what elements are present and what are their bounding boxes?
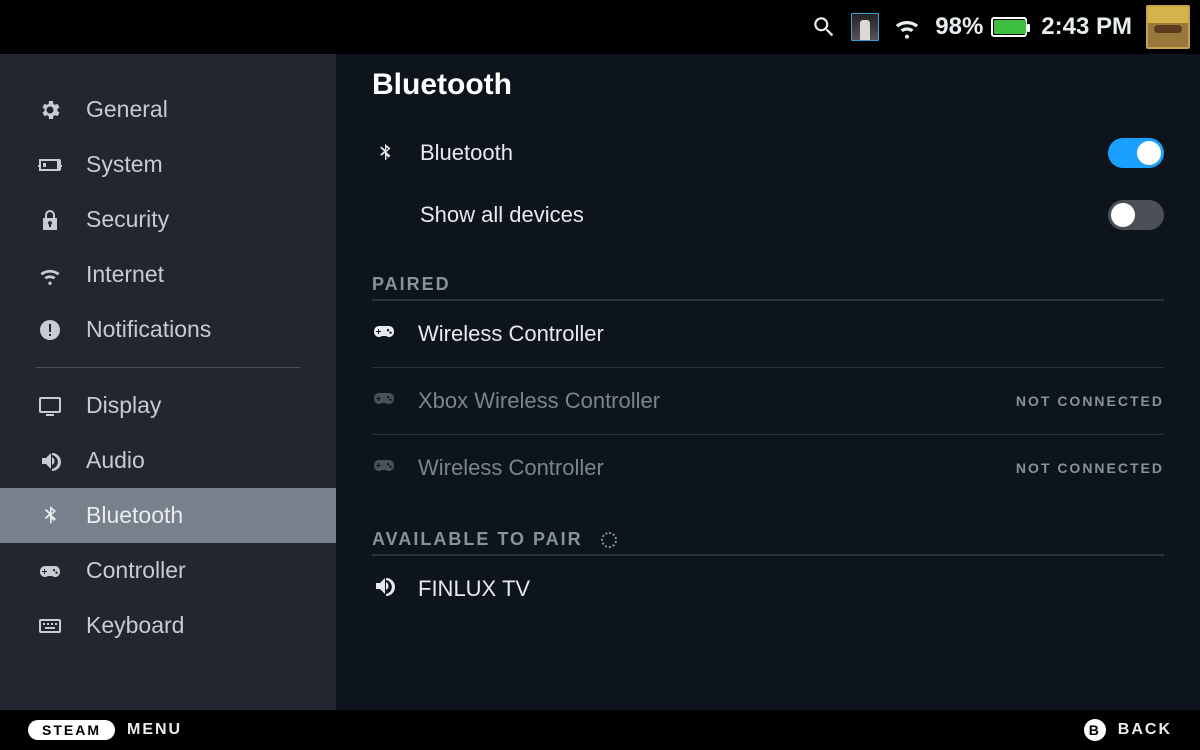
sidebar-item-controller[interactable]: Controller (0, 543, 336, 598)
controller-icon (372, 386, 396, 416)
friends-avatar[interactable] (851, 13, 879, 41)
sidebar-item-system[interactable]: System (0, 137, 336, 192)
sidebar-item-audio[interactable]: Audio (0, 433, 336, 488)
wifi-icon[interactable] (893, 13, 921, 41)
controller-icon (372, 453, 396, 483)
sidebar-divider (36, 367, 300, 368)
display-icon (36, 394, 64, 418)
device-row[interactable]: Xbox Wireless Controller NOT CONNECTED (372, 367, 1164, 434)
sidebar-item-label: Security (86, 206, 169, 233)
device-row[interactable]: Wireless Controller NOT CONNECTED (372, 434, 1164, 501)
setting-label: Bluetooth (420, 140, 513, 166)
sidebar-item-keyboard[interactable]: Keyboard (0, 598, 336, 653)
paired-header-label: PAIRED (372, 274, 451, 295)
device-row[interactable]: FINLUX TV (372, 555, 1164, 622)
sidebar-item-security[interactable]: Security (0, 192, 336, 247)
sidebar-item-label: System (86, 151, 163, 178)
available-section-header: AVAILABLE TO PAIR (372, 529, 1164, 550)
paired-section-header: PAIRED (372, 274, 1164, 295)
controller-icon (372, 319, 396, 349)
sidebar-item-label: Bluetooth (86, 502, 183, 529)
sidebar-item-label: Controller (86, 557, 186, 584)
sidebar-item-internet[interactable]: Internet (0, 247, 336, 302)
device-label: FINLUX TV (418, 576, 530, 602)
setting-row-show-all-devices[interactable]: Show all devices (372, 184, 1164, 246)
device-status: NOT CONNECTED (1016, 460, 1164, 476)
device-row[interactable]: Wireless Controller (372, 300, 1164, 367)
battery-icon (991, 17, 1027, 37)
sidebar-item-bluetooth[interactable]: Bluetooth (0, 488, 336, 543)
audio-icon (372, 574, 396, 604)
clock-label: 2:43 PM (1041, 13, 1132, 41)
sidebar-item-label: Internet (86, 261, 164, 288)
sidebar-item-display[interactable]: Display (0, 378, 336, 433)
top-bar: 98% 2:43 PM (0, 0, 1200, 54)
battery-percent-label: 98% (935, 13, 983, 41)
back-label: BACK (1118, 721, 1172, 739)
audio-icon (36, 449, 64, 473)
menu-label: MENU (127, 721, 182, 739)
device-label: Wireless Controller (418, 321, 604, 347)
sidebar-item-label: Keyboard (86, 612, 184, 639)
scanning-spinner-icon (601, 532, 617, 548)
lock-icon (36, 208, 64, 232)
setting-row-bluetooth[interactable]: Bluetooth (372, 122, 1164, 184)
settings-content: Bluetooth Bluetooth Show all devices PAIR… (336, 54, 1200, 710)
sidebar-item-notifications[interactable]: Notifications (0, 302, 336, 357)
toggle-switch[interactable] (1108, 138, 1164, 168)
b-button-icon[interactable]: B (1084, 719, 1106, 741)
battery-status: 98% (935, 13, 1027, 41)
sidebar-item-label: Notifications (86, 316, 211, 343)
sidebar-item-label: Audio (86, 447, 145, 474)
device-label: Wireless Controller (418, 455, 604, 481)
setting-label: Show all devices (420, 202, 584, 228)
sidebar-item-label: General (86, 96, 168, 123)
user-avatar[interactable] (1146, 5, 1190, 49)
keyboard-icon (36, 614, 64, 638)
page-title: Bluetooth (372, 68, 1164, 102)
settings-sidebar: General System Security Internet Notificatio… (0, 54, 336, 710)
bluetooth-icon (372, 142, 398, 164)
wifi-icon (36, 263, 64, 287)
console-icon (36, 153, 64, 177)
alert-icon (36, 318, 64, 342)
gear-icon (36, 98, 64, 122)
device-label: Xbox Wireless Controller (418, 388, 660, 414)
sidebar-item-general[interactable]: General (0, 82, 336, 137)
toggle-switch[interactable] (1108, 200, 1164, 230)
controller-icon (36, 559, 64, 583)
sidebar-item-label: Display (86, 392, 161, 419)
device-status: NOT CONNECTED (1016, 393, 1164, 409)
footer-bar: STEAM MENU B BACK (0, 710, 1200, 750)
steam-button[interactable]: STEAM (28, 720, 115, 740)
bluetooth-icon (36, 504, 64, 528)
search-icon[interactable] (811, 14, 837, 40)
available-header-label: AVAILABLE TO PAIR (372, 529, 583, 550)
